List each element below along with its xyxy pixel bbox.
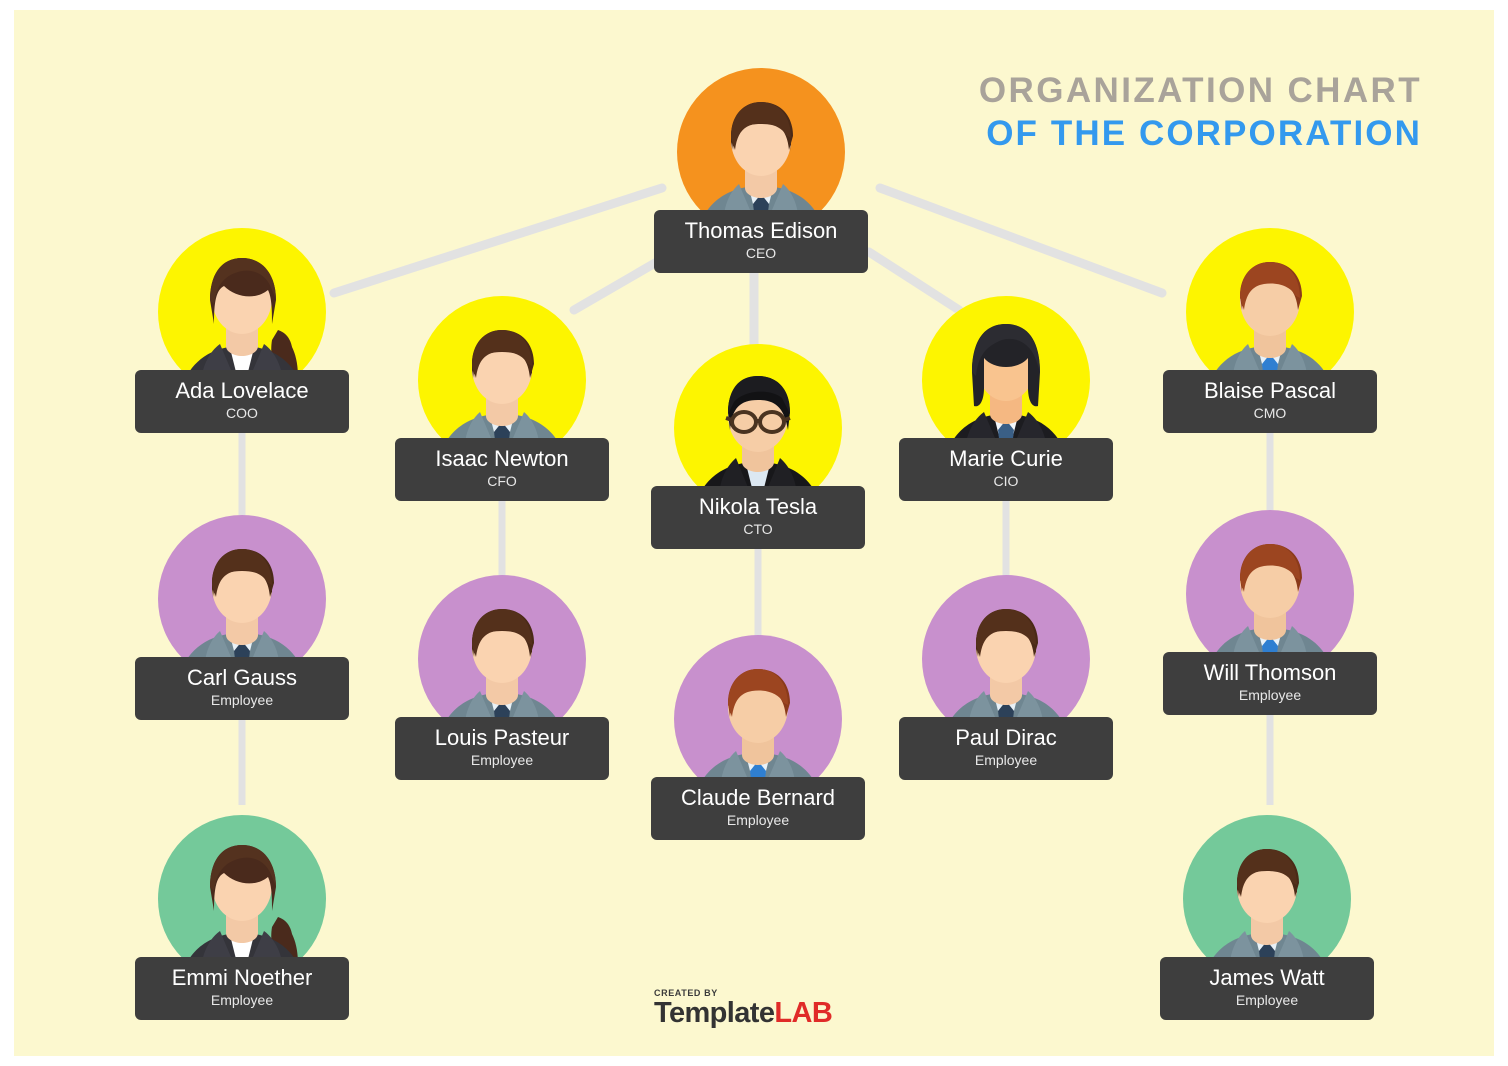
node-role: Employee: [726, 812, 790, 829]
node-label-employee-watt[interactable]: James Watt Employee: [1160, 957, 1374, 1020]
node-label-ceo[interactable]: Thomas Edison CEO: [654, 210, 868, 273]
node-role: CFO: [487, 473, 517, 490]
node-label-cto[interactable]: Nikola Tesla CTO: [651, 486, 865, 549]
templatelab-logo: CREATED BY TemplateLAB: [654, 989, 854, 1028]
node-name: Louis Pasteur: [434, 725, 570, 750]
node-name: Carl Gauss: [186, 665, 298, 690]
node-label-employee-gauss[interactable]: Carl Gauss Employee: [135, 657, 349, 720]
node-name: Blaise Pascal: [1203, 378, 1337, 403]
node-label-coo[interactable]: Ada Lovelace COO: [135, 370, 349, 433]
node-label-employee-thomson[interactable]: Will Thomson Employee: [1163, 652, 1377, 715]
org-node-cmo[interactable]: Blaise Pascal CMO: [1163, 228, 1377, 433]
node-label-cfo[interactable]: Isaac Newton CFO: [395, 438, 609, 501]
org-node-cto[interactable]: Nikola Tesla CTO: [651, 344, 865, 549]
org-node-employee-noether[interactable]: Emmi Noether Employee: [135, 815, 349, 1020]
node-role: Employee: [470, 752, 534, 769]
node-role: Employee: [1238, 687, 1302, 704]
node-name: Will Thomson: [1203, 660, 1337, 685]
node-role: COO: [226, 405, 258, 422]
chart-canvas: ORGANIZATION CHART OF THE CORPORATION Th…: [14, 10, 1494, 1056]
org-node-employee-thomson[interactable]: Will Thomson Employee: [1163, 510, 1377, 715]
node-role: Employee: [210, 692, 274, 709]
node-name: Isaac Newton: [435, 446, 569, 471]
page-title-line1: ORGANIZATION CHART: [978, 71, 1422, 110]
org-node-cfo[interactable]: Isaac Newton CFO: [395, 296, 609, 501]
logo-wordmark: TemplateLAB: [654, 999, 854, 1028]
connector-ceo-to-coo: [329, 183, 667, 298]
node-name: Ada Lovelace: [175, 378, 309, 403]
org-node-coo[interactable]: Ada Lovelace COO: [135, 228, 349, 433]
page-title-line2: OF THE CORPORATION: [986, 113, 1422, 153]
logo-lab-text: LAB: [774, 997, 833, 1029]
node-role: CEO: [745, 245, 777, 262]
node-label-employee-noether[interactable]: Emmi Noether Employee: [135, 957, 349, 1020]
node-name: Nikola Tesla: [698, 494, 818, 519]
node-label-employee-pasteur[interactable]: Louis Pasteur Employee: [395, 717, 609, 780]
node-label-cio[interactable]: Marie Curie CIO: [899, 438, 1113, 501]
node-role: Employee: [974, 752, 1038, 769]
org-node-employee-gauss[interactable]: Carl Gauss Employee: [135, 515, 349, 720]
node-name: Emmi Noether: [171, 965, 313, 990]
node-name: James Watt: [1209, 965, 1325, 990]
org-node-employee-dirac[interactable]: Paul Dirac Employee: [899, 575, 1113, 780]
org-chart-page: ORGANIZATION CHART OF THE CORPORATION Th…: [0, 0, 1508, 1066]
node-role: Employee: [1235, 992, 1299, 1009]
org-node-employee-watt[interactable]: James Watt Employee: [1160, 815, 1374, 1020]
node-role: CTO: [743, 521, 773, 538]
node-role: Employee: [210, 992, 274, 1009]
org-node-employee-bernard[interactable]: Claude Bernard Employee: [651, 635, 865, 840]
node-name: Thomas Edison: [684, 218, 838, 243]
node-name: Paul Dirac: [955, 725, 1057, 750]
node-name: Claude Bernard: [680, 785, 836, 810]
node-name: Marie Curie: [949, 446, 1063, 471]
node-role: CIO: [993, 473, 1019, 490]
node-label-employee-bernard[interactable]: Claude Bernard Employee: [651, 777, 865, 840]
connector-ceo-to-cmo: [875, 183, 1167, 298]
node-label-employee-dirac[interactable]: Paul Dirac Employee: [899, 717, 1113, 780]
org-node-cio[interactable]: Marie Curie CIO: [899, 296, 1113, 501]
logo-template-text: Template: [654, 997, 775, 1029]
node-label-cmo[interactable]: Blaise Pascal CMO: [1163, 370, 1377, 433]
chart-title-block: ORGANIZATION CHART OF THE CORPORATION: [979, 72, 1422, 153]
node-role: CMO: [1253, 405, 1287, 422]
org-node-employee-pasteur[interactable]: Louis Pasteur Employee: [395, 575, 609, 780]
org-node-ceo[interactable]: Thomas Edison CEO: [654, 68, 868, 273]
